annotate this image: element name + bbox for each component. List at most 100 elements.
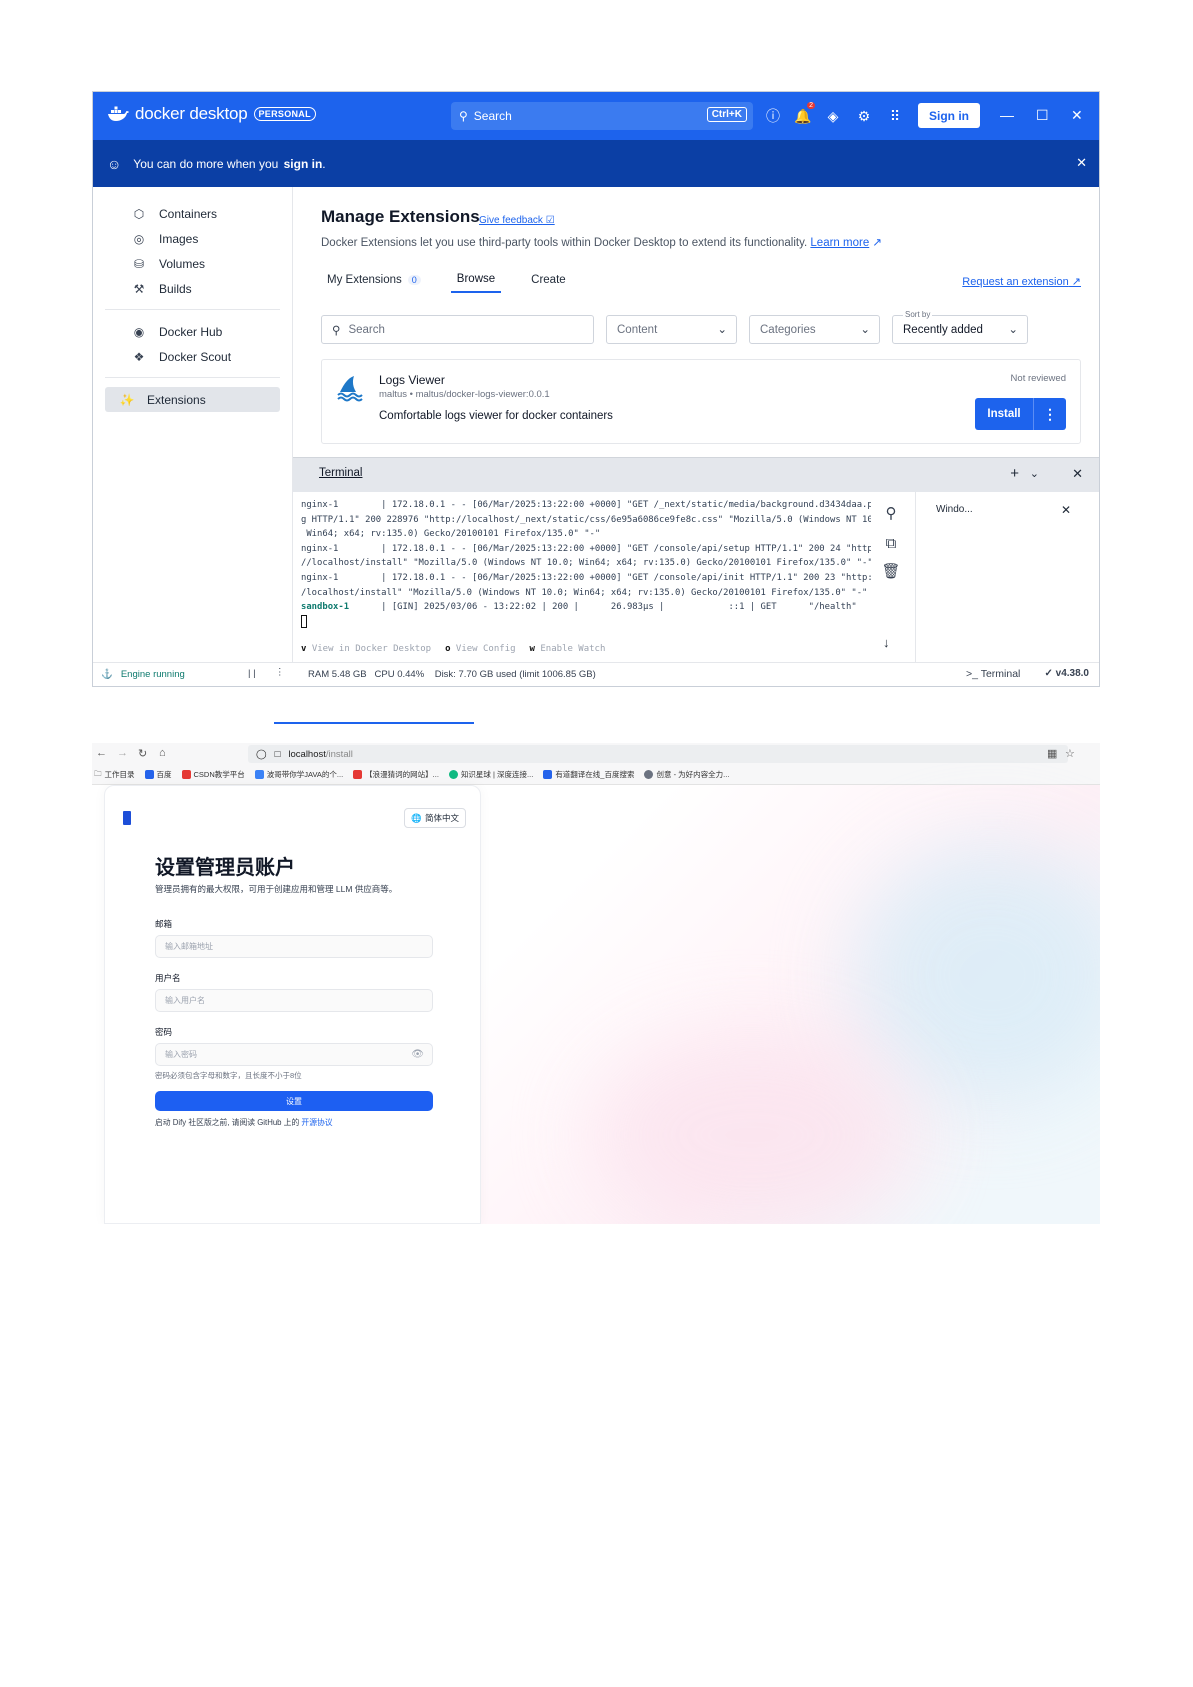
bookmark-item[interactable]: 有道翻译在线_百度搜索 [543, 769, 634, 780]
terminal-sessions: Windo... ✕ [915, 492, 1099, 662]
license-link[interactable]: 开源协议 [301, 1118, 332, 1127]
banner-signin-link[interactable]: sign in [284, 157, 323, 171]
terminal-toggle[interactable]: >_ Terminal [966, 668, 1020, 680]
sidebar-item-label: Builds [159, 281, 192, 296]
bookmark-item[interactable]: 波哥带你学JAVA的个... [254, 769, 343, 780]
bookmark-folder[interactable]: 🗀 工作目录 [94, 768, 135, 781]
language-select[interactable]: 🌐 简体中文 [404, 808, 466, 828]
bookmark-item[interactable]: 【浪漫猜词的网站】... [353, 769, 439, 780]
terminal-session-tab[interactable]: Windo... [936, 504, 973, 515]
eye-icon[interactable]: 👁 [411, 1049, 424, 1060]
terminal-panel: Terminal + ⌄ ✕ nginx-1 | 172.18.0.1 - - … [293, 457, 1099, 662]
tab-browse[interactable]: Browse [450, 273, 502, 293]
terminal-output[interactable]: nginx-1 | 172.18.0.1 - - [06/Mar/2025:13… [301, 498, 871, 629]
address-bar[interactable]: ◯ □ localhost/install [248, 745, 1068, 763]
hint-enable-watch[interactable]: w Enable Watch [530, 644, 606, 654]
plus-icon[interactable]: + [1010, 465, 1019, 482]
sidebar-item-builds[interactable]: ⚒ Builds [105, 276, 280, 301]
qr-code-icon[interactable]: ▦ [1047, 747, 1057, 760]
global-search[interactable]: ⚲ Search Ctrl+K [451, 102, 753, 130]
sidebar: ⬡ Containers ◎ Images ⛁ Volumes ⚒ Builds ◉ Do… [93, 187, 293, 662]
sidebar-item-volumes[interactable]: ⛁ Volumes [105, 251, 280, 276]
chevron-down-icon[interactable]: ⌄ [1030, 467, 1039, 480]
log-sandbox-line: | [GIN] 2025/03/06 - 13:22:02 | 200 | 26… [349, 602, 857, 613]
baidu-icon [543, 770, 553, 779]
sidebar-item-extensions[interactable]: ✨ Extensions [105, 387, 280, 412]
docker-whale-icon [108, 106, 129, 121]
extension-card[interactable]: Logs Viewer maltus • maltus/docker-logs-… [321, 359, 1081, 444]
banner-close-icon[interactable]: ✕ [1076, 155, 1087, 171]
plan-badge: PERSONAL [253, 107, 316, 121]
license-text: 启动 Dify 社区版之前, 请阅读 GitHub 上的 [155, 1118, 302, 1127]
terminal-tab[interactable]: Terminal [319, 467, 362, 479]
title-bar: docker desktop PERSONAL ⚲ Search Ctrl+K … [93, 92, 1099, 140]
page-subtitle: 管理员拥有的最大权限，可用于创建应用和管理 LLM 供应商等。 [155, 884, 398, 894]
back-icon[interactable]: ← [96, 747, 107, 759]
page-subtitle: Docker Extensions let you use third-part… [321, 235, 882, 249]
banner-text: You can do more when you [133, 156, 282, 171]
password-hint: 密码必须包含字母和数字，且长度不小于8位 [155, 1071, 302, 1080]
reload-icon[interactable]: ↻ [138, 747, 147, 760]
minimize-icon[interactable]: — [1000, 107, 1014, 123]
password-field[interactable]: 输入密码 👁 [155, 1043, 433, 1066]
arrow-down-icon[interactable]: ↓ [883, 635, 890, 650]
sign-in-button[interactable]: Sign in [918, 103, 980, 128]
bookmarks-bar: 🗀 工作目录 百度 CSDN教学平台 波哥带你学JAVA的个... 【浪漫猜词的网… [92, 765, 1100, 785]
bookmark-item[interactable]: 知识星球 | 深度连接... [448, 769, 533, 780]
sign-in-banner: ☺ You can do more when you sign in . ✕ [93, 140, 1099, 187]
terminal-header: Terminal + ⌄ ✕ [293, 458, 1099, 492]
setup-button[interactable]: 设置 [155, 1091, 433, 1111]
apps-grid-icon[interactable]: ⠿ [885, 106, 905, 126]
hint-view-config[interactable]: o View Config [445, 644, 515, 654]
sidebar-item-docker-scout[interactable]: ❖ Docker Scout [105, 344, 280, 369]
request-extension-link[interactable]: Request an extension ↗ [962, 275, 1081, 288]
pause-icon[interactable]: | | [248, 668, 256, 679]
bell-icon[interactable]: 🔔 2 [793, 102, 815, 126]
learning-center-icon[interactable]: ◈ [823, 106, 843, 126]
language-label: 简体中文 [424, 813, 459, 823]
username-field[interactable]: 输入用户名 [155, 989, 433, 1012]
engine-status: ⚓ Engine running [101, 669, 193, 680]
content-select[interactable]: Content ⌄ [606, 315, 737, 344]
bookmark-label: 百度 [156, 770, 172, 779]
install-button[interactable]: Install [975, 408, 1033, 420]
sort-select[interactable]: Sort by Recently added ⌄ [892, 310, 1028, 344]
categories-select[interactable]: Categories ⌄ [749, 315, 880, 344]
bookmark-item[interactable]: 创意 - 为好内容全力... [644, 769, 729, 780]
log-lines: nginx-1 | 172.18.0.1 - - [06/Mar/2025:13… [301, 500, 871, 598]
sidebar-item-images[interactable]: ◎ Images [105, 226, 280, 251]
sidebar-item-containers[interactable]: ⬡ Containers [105, 201, 280, 226]
help-icon[interactable]: ⓘ [763, 106, 783, 126]
hint-view-desktop[interactable]: v View in Docker Desktop [301, 644, 431, 654]
more-options-icon[interactable]: ⋮ [275, 667, 285, 678]
close-icon[interactable]: ✕ [1071, 107, 1083, 124]
trash-icon[interactable]: 🗑 [880, 560, 902, 582]
give-feedback-link[interactable]: Give feedback ☑ [479, 215, 555, 226]
sidebar-item-label: Docker Scout [159, 349, 232, 364]
tab-create[interactable]: Create [525, 273, 572, 293]
email-field[interactable]: 输入邮箱地址 [155, 935, 433, 958]
tab-my-extensions[interactable]: My Extensions 0 [321, 273, 427, 293]
bookmark-item[interactable]: 百度 [144, 769, 172, 780]
more-options-icon[interactable]: ⋮ [1033, 398, 1066, 430]
url-host: localhost [288, 748, 326, 760]
copy-icon[interactable]: ⧉ [880, 532, 902, 554]
star-icon[interactable]: ☆ [1065, 747, 1075, 760]
hint-key: w [529, 644, 535, 654]
sidebar-item-label: Containers [159, 206, 218, 221]
install-button-group: Install ⋮ [975, 398, 1066, 430]
extension-search-input[interactable]: ⚲ Search [321, 315, 594, 344]
terminal-hints: v View in Docker Desktop o View Config w… [301, 644, 605, 654]
learn-more-link[interactable]: Learn more [810, 237, 869, 249]
close-icon[interactable]: ✕ [1061, 503, 1071, 517]
home-icon[interactable]: ⌂ [159, 747, 166, 759]
username-placeholder: 输入用户名 [165, 996, 205, 1005]
maximize-icon[interactable]: ☐ [1036, 107, 1049, 124]
forward-icon[interactable]: → [117, 747, 128, 759]
gear-icon[interactable]: ⚙ [854, 106, 874, 126]
sidebar-item-docker-hub[interactable]: ◉ Docker Hub [105, 319, 280, 344]
bookmark-item[interactable]: CSDN教学平台 [181, 769, 245, 780]
sidebar-item-label: Docker Hub [159, 324, 223, 339]
search-icon[interactable]: ⚲ [880, 502, 902, 524]
close-icon[interactable]: ✕ [1072, 466, 1083, 482]
